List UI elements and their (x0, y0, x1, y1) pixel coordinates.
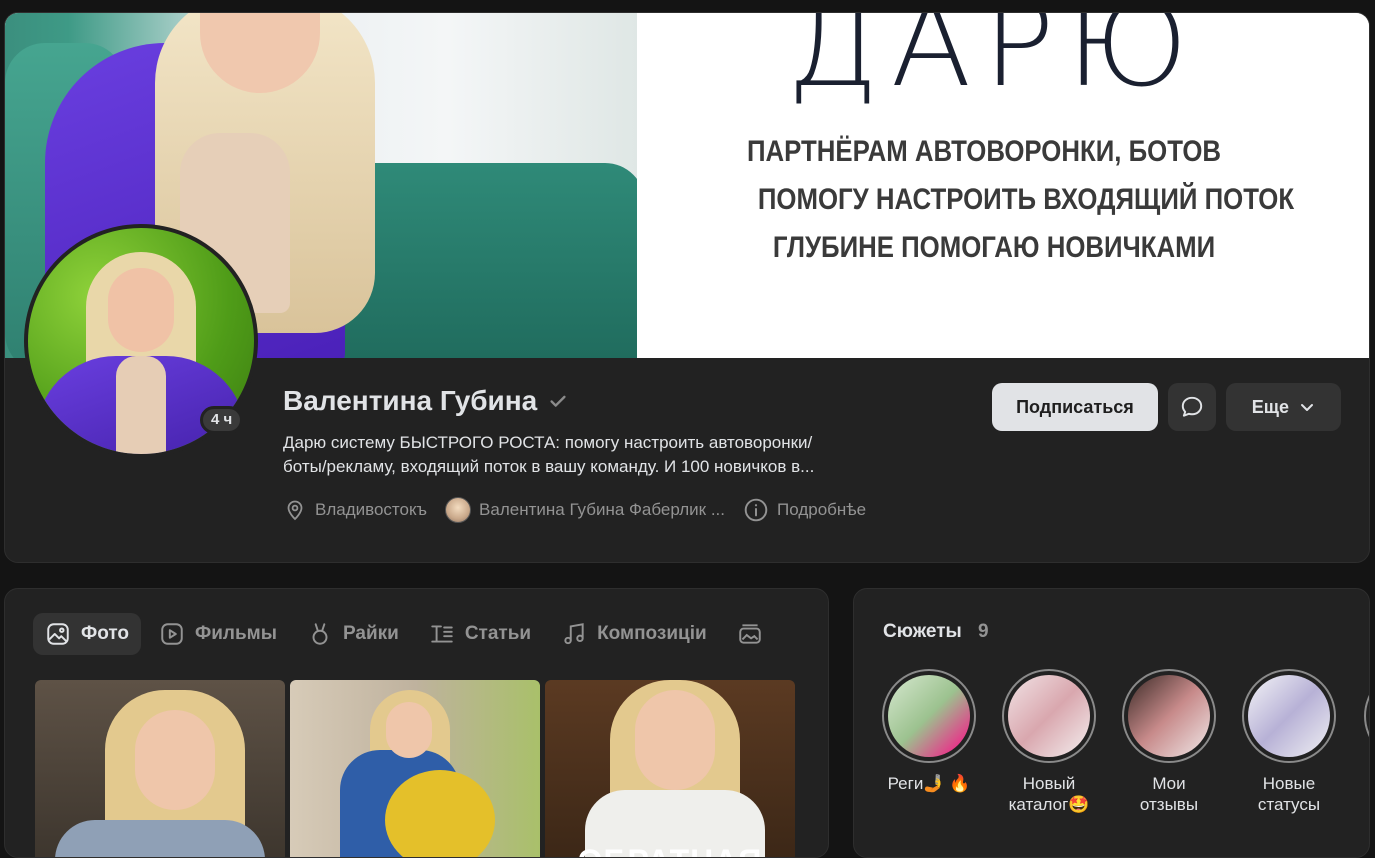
story-item[interactable]: Новый каталог🤩 (1002, 669, 1096, 815)
story-ring (1242, 669, 1336, 763)
story-thumbnail (1008, 675, 1090, 757)
stories-title[interactable]: Сюжеты (883, 621, 962, 643)
video-icon (161, 623, 183, 645)
cover-headline: ДАРЮ (787, 13, 1201, 113)
tab-music[interactable]: Композиціи (549, 613, 719, 655)
cover-line-3: ГЛУБИНЕ ПОМОГАЮ НОВИЧКАМИ (772, 231, 1216, 264)
photo-item[interactable]: ОБРАТНАЯ (545, 680, 795, 857)
check-icon[interactable] (547, 390, 569, 412)
story-item[interactable]: Реги🤳 🔥 (882, 669, 976, 815)
community-link[interactable]: Валентина Губина Фаберлик ... (445, 497, 725, 523)
tab-clips[interactable]: Райки (295, 613, 411, 655)
stories-list: Реги🤳 🔥 Новый каталог🤩 Мои отзывы Новые … (882, 669, 1336, 815)
profile-actions: Подписаться Еще (992, 383, 1341, 431)
tab-photos[interactable]: Фото (33, 613, 142, 655)
photo-caption: ОБРАТНАЯ (545, 843, 795, 857)
cover-text-panel: ДАРЮ ПАРТНЁРАМ АВТОВОРОНКИ, БОТОВ ПОМОГУ… (637, 13, 1369, 358)
story-label-line: каталог🤩 (1008, 795, 1090, 814)
photo-item[interactable] (290, 680, 540, 857)
music-icon (564, 623, 584, 645)
content-tabs: Фото Фильмы Райки Статьи Композиціи (33, 613, 775, 655)
tab-photos-label: Фото (81, 623, 130, 644)
stories-card: Сюжеты 9 Реги🤳 🔥 Новый каталог🤩 Мои отзы… (853, 588, 1370, 858)
tab-clips-label: Райки (342, 623, 399, 644)
story-thumbnail (1248, 675, 1330, 757)
tab-videos-label: Фильмы (195, 623, 277, 644)
tab-albums[interactable] (725, 613, 775, 655)
tab-music-label: Композиціи (597, 623, 707, 644)
story-item[interactable]: Новые статусы (1242, 669, 1336, 815)
profile-name-row: Валентина Губина (283, 385, 569, 417)
profile-name: Валентина Губина (283, 385, 538, 416)
story-label-line: статусы (1257, 795, 1321, 814)
cover-line-1: ПАРТНЁРАМ АВТОВОРОНКИ, БОТОВ (746, 135, 1222, 168)
bio-line-1: Дарю систему БЫСТРОГО РОСТА: помогу наст… (283, 433, 813, 452)
story-label-line: Новый (1022, 774, 1076, 793)
community-avatar (445, 497, 472, 523)
photo-icon (47, 623, 69, 645)
subscribe-button[interactable]: Подписаться (992, 383, 1158, 431)
story-item[interactable]: Мои отзывы (1122, 669, 1216, 815)
details-text: Подробнѣе (777, 500, 867, 519)
community-text: Валентина Губина Фаберлик ... (479, 500, 726, 519)
location-item[interactable]: Владивостокъ (283, 498, 427, 522)
content-card: Фото Фильмы Райки Статьи Композиціи (4, 588, 829, 858)
story-ring (1122, 669, 1216, 763)
story-label: Новые статусы (1258, 773, 1320, 815)
photo-item[interactable] (35, 680, 285, 857)
story-label-line: Реги🤳 🔥 (887, 774, 971, 793)
story-item-partial[interactable] (1364, 669, 1369, 763)
story-label-line: отзывы (1139, 795, 1199, 814)
photo-grid: ОБРАТНАЯ (35, 680, 795, 857)
story-thumbnail (1128, 675, 1210, 757)
story-label: Мои отзывы (1140, 773, 1198, 815)
story-label-line: Новые (1262, 774, 1316, 793)
profile-meta: Владивостокъ Валентина Губина Фаберлик .… (283, 497, 866, 523)
chat-bubble-icon (1181, 396, 1202, 417)
story-label: Реги🤳 🔥 (888, 773, 971, 794)
profile-bio[interactable]: Дарю систему БЫСТРОГО РОСТА: помогу наст… (283, 431, 923, 479)
chevron-down-icon (1301, 404, 1313, 411)
tab-articles[interactable]: Статьи (417, 613, 543, 655)
location-text: Владивостокъ (315, 500, 428, 519)
story-label-line: Мои (1152, 774, 1186, 793)
message-button[interactable] (1167, 383, 1216, 431)
story-ring (882, 669, 976, 763)
info-icon (744, 498, 768, 522)
location-pin-icon (287, 500, 303, 521)
tab-articles-label: Статьи (464, 623, 532, 644)
story-time-badge: 4 ч (200, 406, 244, 434)
cover-line-2: ПОМОГУ НАСТРОИТЬ ВХОДЯЩИЙ ПОТОК (757, 183, 1295, 216)
article-icon (431, 625, 453, 643)
more-button-label: Еще (1251, 396, 1289, 417)
story-thumbnail (888, 675, 970, 757)
album-icon (738, 624, 761, 644)
details-link[interactable]: Подробнѣе (743, 497, 866, 523)
stories-count: 9 (978, 621, 989, 642)
clip-icon (312, 623, 328, 645)
story-ring (1002, 669, 1096, 763)
tab-videos[interactable]: Фильмы (147, 613, 289, 655)
bio-line-2: боты/рекламу, входящий поток в вашу кома… (283, 457, 815, 476)
story-label: Новый каталог🤩 (1009, 773, 1090, 815)
more-button[interactable]: Еще (1225, 383, 1341, 431)
